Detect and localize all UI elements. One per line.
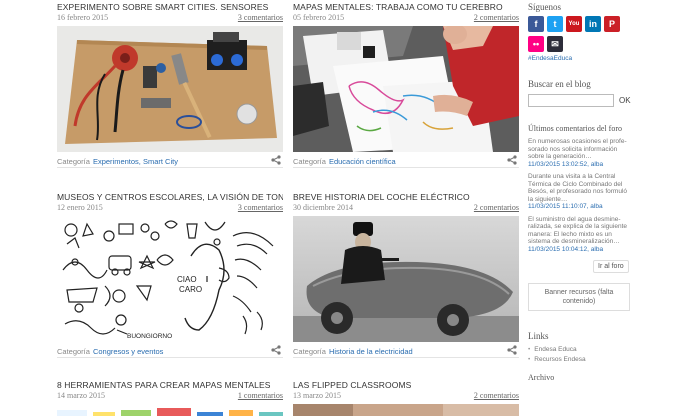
share-icon[interactable] xyxy=(507,345,517,355)
link-item[interactable]: Endesa Educa xyxy=(528,345,632,355)
sidebar: Síguenos f t You in P •• ✉ #EndesaEduca … xyxy=(528,0,632,382)
post-meta: 30 diciembre 2014 2 comentarios xyxy=(293,203,519,214)
post-title[interactable]: BREVE HISTORIA DEL COCHE ELÉCTRICO xyxy=(293,192,519,202)
email-icon[interactable]: ✉ xyxy=(547,36,563,52)
cartoon-text-caro: CARO xyxy=(179,285,202,294)
comment-timestamp[interactable]: 11/03/2015 11:10:07, alba xyxy=(528,203,632,211)
hashtag-link[interactable]: #EndesaEduca xyxy=(528,55,632,62)
comments-link[interactable]: 3 comentarios xyxy=(238,13,283,22)
comments-link[interactable]: 2 comentarios xyxy=(474,203,519,212)
post-title[interactable]: 8 HERRAMIENTAS PARA CREAR MAPAS MENTALES xyxy=(57,380,283,390)
follow-title: Síguenos xyxy=(528,2,562,12)
post-card: EXPERIMENTO SOBRE SMART CITIES. SENSORES… xyxy=(57,2,283,168)
post-date: 30 diciembre 2014 xyxy=(293,203,353,212)
post-thumbnail-mind-maps[interactable] xyxy=(293,26,519,152)
banner-placeholder: Banner recursos (falta contenido) xyxy=(528,283,630,311)
post-card: MUSEOS Y CENTROS ESCOLARES, LA VISIÓN DE… xyxy=(57,192,283,358)
post-title[interactable]: EXPERIMENTO SOBRE SMART CITIES. SENSORES xyxy=(57,2,283,12)
electric-car-photo xyxy=(293,216,519,342)
post-footer: Categoría Experimentos, Smart City xyxy=(57,154,283,168)
search-ok-button[interactable]: OK xyxy=(619,96,631,105)
mind-map-tools-image xyxy=(57,404,283,416)
post-thumbnail-sensors[interactable] xyxy=(57,26,283,152)
post-meta: 05 febrero 2015 2 comentarios xyxy=(293,13,519,24)
tonucci-cartoon: CIAO CARO BUONGIORNO xyxy=(57,216,283,342)
forum-comment[interactable]: El suministro del agua desmine-ralizada,… xyxy=(528,216,632,254)
share-icon[interactable] xyxy=(271,155,281,165)
linkedin-icon[interactable]: in xyxy=(585,16,601,32)
post-footer: Categoría Educación científica xyxy=(293,154,519,168)
youtube-icon[interactable]: You xyxy=(566,16,582,32)
category-label: Categoría Educación científica xyxy=(293,157,396,166)
go-to-forum-button[interactable]: Ir al foro xyxy=(593,260,629,273)
search-row: OK xyxy=(528,94,632,107)
cartoon-text-ciao: CIAO xyxy=(177,275,197,284)
category-link[interactable]: Educación científica xyxy=(329,157,396,166)
post-date: 12 enero 2015 xyxy=(57,203,103,212)
post-date: 16 febrero 2015 xyxy=(57,13,109,22)
comments-link[interactable]: 1 comentarios xyxy=(238,391,283,400)
post-card: 8 HERRAMIENTAS PARA CREAR MAPAS MENTALES… xyxy=(57,380,283,416)
flipped-classrooms-image xyxy=(293,404,519,416)
post-title[interactable]: LAS FLIPPED CLASSROOMS xyxy=(293,380,519,390)
post-card: LAS FLIPPED CLASSROOMS 13 marzo 2015 2 c… xyxy=(293,380,519,416)
search-title: Buscar en el blog xyxy=(528,79,591,89)
post-thumbnail-mind-maps-tools[interactable] xyxy=(57,404,283,416)
post-date: 05 febrero 2015 xyxy=(293,13,345,22)
search-input[interactable] xyxy=(528,94,614,107)
facebook-icon[interactable]: f xyxy=(528,16,544,32)
post-footer: Categoría Congresos y eventos xyxy=(57,344,283,358)
comment-timestamp[interactable]: 11/03/2015 10:04:12, alba xyxy=(528,246,632,254)
forum-comment[interactable]: Durante una visita a la Central Térmica … xyxy=(528,173,632,211)
forum-comment[interactable]: En numerosas ocasiones el profe-sorado n… xyxy=(528,138,632,168)
social-row-2: •• ✉ xyxy=(528,36,632,52)
post-thumbnail-tonucci[interactable]: CIAO CARO BUONGIORNO xyxy=(57,216,283,342)
post-card: MAPAS MENTALES: TRABAJA COMO TU CEREBRO … xyxy=(293,2,519,168)
post-thumbnail-electric-car[interactable] xyxy=(293,216,519,342)
post-title[interactable]: MAPAS MENTALES: TRABAJA COMO TU CEREBRO xyxy=(293,2,519,12)
category-link[interactable]: Historia de la electricidad xyxy=(329,347,413,356)
flickr-icon[interactable]: •• xyxy=(528,36,544,52)
archive-title: Archivo xyxy=(528,373,555,382)
post-footer: Categoría Historia de la electricidad xyxy=(293,344,519,358)
post-meta: 14 marzo 2015 1 comentarios xyxy=(57,391,283,402)
post-title[interactable]: MUSEOS Y CENTROS ESCOLARES, LA VISIÓN DE… xyxy=(57,192,283,202)
post-meta: 13 marzo 2015 2 comentarios xyxy=(293,391,519,402)
category-label: Categoría Congresos y eventos xyxy=(57,347,164,356)
pinterest-icon[interactable]: P xyxy=(604,16,620,32)
comments-title: Últimos comentarios del foro xyxy=(528,124,622,133)
category-label: Categoría Historia de la electricidad xyxy=(293,347,413,356)
category-link[interactable]: Experimentos, Smart City xyxy=(93,157,178,166)
post-date: 14 marzo 2015 xyxy=(57,391,105,400)
comments-link[interactable]: 2 comentarios xyxy=(474,13,519,22)
share-icon[interactable] xyxy=(271,345,281,355)
links-list: Endesa Educa Recursos Endesa xyxy=(528,345,632,365)
mind-maps-photo xyxy=(293,26,519,152)
post-meta: 12 enero 2015 3 comentarios xyxy=(57,203,283,214)
post-thumbnail-flipped-classrooms[interactable] xyxy=(293,404,519,416)
comments-link[interactable]: 3 comentarios xyxy=(238,203,283,212)
social-row-1: f t You in P xyxy=(528,16,632,32)
post-meta: 16 febrero 2015 3 comentarios xyxy=(57,13,283,24)
category-label: Categoría Experimentos, Smart City xyxy=(57,157,178,166)
cartoon-text-buongiorno: BUONGIORNO xyxy=(127,333,172,340)
post-date: 13 marzo 2015 xyxy=(293,391,341,400)
twitter-icon[interactable]: t xyxy=(547,16,563,32)
post-card: BREVE HISTORIA DEL COCHE ELÉCTRICO 30 di… xyxy=(293,192,519,358)
sensors-photo xyxy=(57,26,283,152)
comments-link[interactable]: 2 comentarios xyxy=(474,391,519,400)
links-title: Links xyxy=(528,331,549,341)
comment-timestamp[interactable]: 11/03/2015 13:02:52, alba xyxy=(528,161,632,169)
share-icon[interactable] xyxy=(507,155,517,165)
link-item[interactable]: Recursos Endesa xyxy=(528,355,632,365)
category-link[interactable]: Congresos y eventos xyxy=(93,347,163,356)
